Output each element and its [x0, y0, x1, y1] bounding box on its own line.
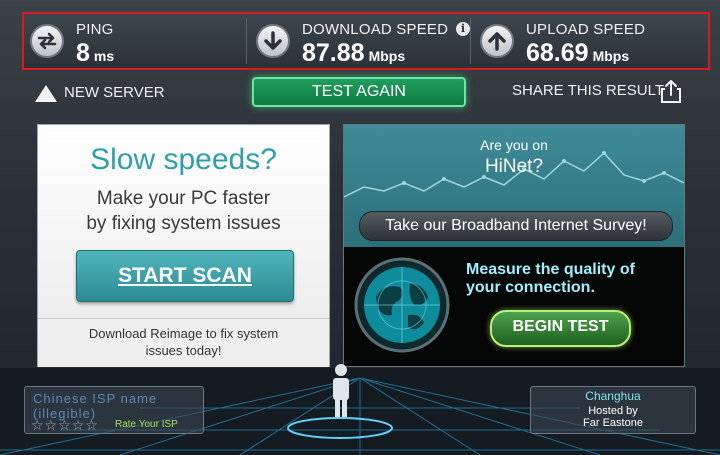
measure-text-line-1: Measure the quality of	[466, 261, 635, 278]
ping-number: 8	[76, 39, 90, 67]
user-location-icon	[333, 364, 349, 417]
isp-rating-box: Chinese ISP name (illegible) ☆☆☆☆☆ Rate …	[24, 386, 204, 434]
ping-label: PING	[76, 21, 114, 38]
survey-button[interactable]: Take our Broadband Internet Survey!	[359, 211, 673, 241]
download-metric: DOWNLOAD SPEED i 87.88 Mbps	[250, 14, 470, 68]
triangle-icon	[35, 85, 57, 102]
upload-metric: UPLOAD SPEED 68.69 Mbps	[474, 14, 704, 68]
download-value: 87.88 Mbps	[302, 39, 405, 68]
ad-footer: Download Reimage to fix system issues to…	[38, 318, 329, 367]
upload-value: 68.69 Mbps	[526, 39, 629, 68]
survey-ad: Are you on HiNet? Take our Broadband Int…	[343, 124, 685, 367]
download-unit: Mbps	[368, 48, 406, 64]
server-city: Changhua	[585, 389, 641, 403]
ad-footer-line-2: issues today!	[145, 343, 222, 358]
new-server-label: NEW SERVER	[64, 84, 165, 101]
begin-test-button[interactable]: BEGIN TEST	[490, 310, 631, 347]
divider	[470, 18, 471, 64]
reimage-ad[interactable]: Slow speeds? Make your PC faster by fixi…	[37, 124, 330, 367]
share-result-link[interactable]: SHARE THIS RESULT	[512, 82, 664, 99]
info-icon[interactable]: i	[456, 22, 470, 36]
download-arrow-icon	[256, 24, 290, 58]
test-again-button[interactable]: TEST AGAIN	[252, 77, 466, 107]
globe-icon	[354, 257, 450, 353]
share-icon[interactable]	[658, 78, 684, 104]
upload-number: 68.69	[526, 39, 589, 67]
speedtest-app: PING 8 ms DOWNLOAD SPEED i 87.88 Mbps UPLO…	[0, 0, 720, 455]
download-label: DOWNLOAD SPEED	[302, 21, 449, 38]
survey-question-line-2: HiNet?	[484, 156, 544, 177]
ad-footer-line-1: Download Reimage to fix system	[88, 326, 279, 341]
rate-isp-label: Rate Your ISP	[115, 419, 178, 430]
survey-question-line-1: Are you on	[480, 137, 548, 153]
ad-subline-2: by fixing system issues	[86, 213, 281, 234]
ping-icon	[30, 24, 64, 58]
results-bar: PING 8 ms DOWNLOAD SPEED i 87.88 Mbps UPLO…	[22, 12, 710, 70]
upload-arrow-icon	[480, 24, 514, 58]
upload-unit: Mbps	[592, 48, 630, 64]
hosted-by-label: Hosted by	[588, 405, 638, 417]
measure-text-line-2: your connection.	[466, 279, 595, 296]
ad-subline-1: Make your PC faster	[96, 188, 271, 209]
server-host: Far Eastone	[583, 417, 643, 429]
ping-metric: PING 8 ms	[24, 14, 246, 68]
rating-stars[interactable]: ☆☆☆☆☆	[31, 417, 99, 434]
server-info-box[interactable]: Changhua Hosted by Far Eastone	[530, 386, 696, 434]
start-scan-button[interactable]: START SCAN	[76, 250, 294, 302]
ping-value: 8 ms	[76, 39, 114, 68]
ping-unit: ms	[93, 48, 115, 64]
isp-survey-panel: Are you on HiNet? Take our Broadband Int…	[344, 125, 684, 247]
divider	[246, 18, 247, 64]
upload-label: UPLOAD SPEED	[526, 21, 646, 38]
measure-quality-panel: Measure the quality of your connection. …	[344, 247, 684, 366]
download-number: 87.88	[302, 39, 365, 67]
ad-headline: Slow speeds?	[90, 143, 277, 176]
